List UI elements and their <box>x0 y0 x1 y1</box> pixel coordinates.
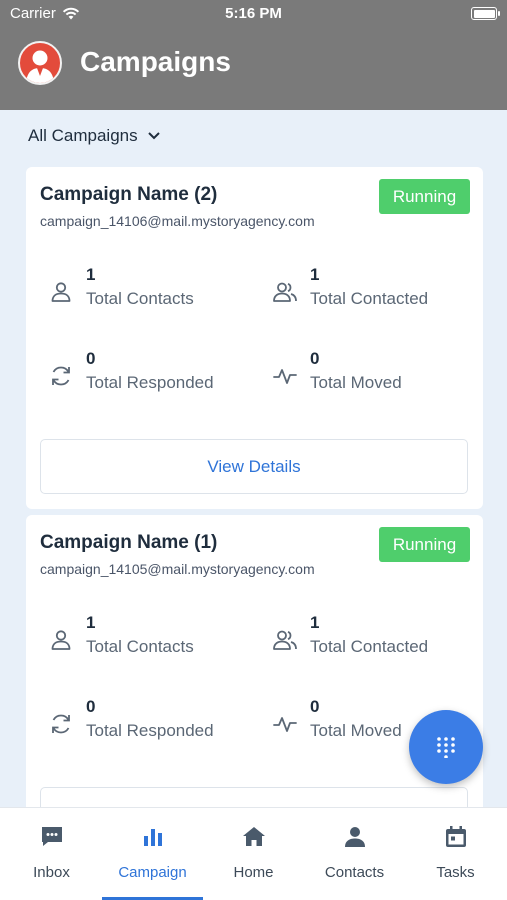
stat-total-responded: 0 Total Responded <box>48 349 248 399</box>
campaign-email: campaign_14106@mail.mystoryagency.com <box>40 213 315 229</box>
dialpad-icon <box>437 737 455 758</box>
stat-value: 0 <box>310 697 320 716</box>
app-header: Campaigns <box>0 28 507 110</box>
tab-inbox[interactable]: Inbox <box>1 808 102 900</box>
refresh-icon <box>52 366 70 386</box>
dialpad-fab[interactable] <box>409 710 483 784</box>
person-icon <box>345 827 365 847</box>
stat-label: Total Contacted <box>310 637 429 656</box>
tab-campaign[interactable]: Campaign <box>102 808 203 900</box>
campaign-name: Campaign Name (1) <box>40 532 218 553</box>
chevron-down-icon <box>147 132 160 140</box>
clock: 5:16 PM <box>225 5 282 22</box>
tab-label: Home <box>233 864 274 881</box>
stat-value: 0 <box>86 349 96 368</box>
tab-label: Contacts <box>324 864 385 881</box>
tab-label: Campaign <box>118 864 187 881</box>
campaign-name: Campaign Name (2) <box>40 184 218 205</box>
stat-total-contacts: 1 Total Contacts <box>48 265 248 315</box>
stat-value: 0 <box>86 697 96 716</box>
person-icon <box>51 282 71 302</box>
avatar[interactable] <box>18 41 62 85</box>
filter-label: All Campaigns <box>28 126 138 145</box>
stat-total-contacted: 1 Total Contacted <box>272 265 472 315</box>
bar-chart-icon <box>144 829 162 846</box>
stat-value: 1 <box>310 613 320 632</box>
view-details-button[interactable]: View Details <box>40 439 468 494</box>
stat-label: Total Contacts <box>86 637 194 656</box>
stat-value: 1 <box>86 613 96 632</box>
stat-label: Total Contacted <box>310 289 429 308</box>
people-icon <box>273 630 297 650</box>
campaign-filter-dropdown[interactable]: All Campaigns <box>28 126 160 146</box>
chat-icon <box>42 827 62 846</box>
campaign-email: campaign_14105@mail.mystoryagency.com <box>40 561 315 577</box>
stat-value: 0 <box>310 349 320 368</box>
user-avatar-icon <box>26 50 54 83</box>
stat-value: 1 <box>310 265 320 284</box>
refresh-icon <box>52 714 70 734</box>
stat-total-contacted: 1 Total Contacted <box>272 613 472 663</box>
bottom-tab-bar: Inbox Campaign Home Contacts Tasks <box>0 807 507 900</box>
status-badge: Running <box>379 179 470 214</box>
stat-label: Total Moved <box>310 721 402 740</box>
stat-value: 1 <box>86 265 96 284</box>
tab-contacts[interactable]: Contacts <box>304 808 405 900</box>
stat-label: Total Moved <box>310 373 402 392</box>
stat-label: Total Responded <box>86 373 214 392</box>
calendar-icon <box>446 826 466 847</box>
page-title: Campaigns <box>80 46 231 77</box>
stat-total-responded: 0 Total Responded <box>48 697 248 747</box>
stat-total-contacts: 1 Total Contacts <box>48 613 248 663</box>
tab-label: Tasks <box>436 864 475 881</box>
activity-icon <box>273 717 297 732</box>
status-bar: Carrier 5:16 PM <box>0 0 507 28</box>
stat-label: Total Responded <box>86 721 214 740</box>
tab-label: Inbox <box>33 864 70 881</box>
campaign-card: Campaign Name (2) campaign_14106@mail.my… <box>26 167 483 509</box>
stat-label: Total Contacts <box>86 289 194 308</box>
tab-tasks[interactable]: Tasks <box>405 808 506 900</box>
tab-home[interactable]: Home <box>203 808 304 900</box>
status-badge: Running <box>379 527 470 562</box>
battery-icon <box>471 7 500 20</box>
stat-total-moved: 0 Total Moved <box>272 349 472 399</box>
home-icon <box>243 827 265 846</box>
activity-icon <box>273 369 297 384</box>
campaign-card: Campaign Name (1) campaign_14105@mail.my… <box>26 515 483 857</box>
people-icon <box>273 282 297 302</box>
person-icon <box>51 630 71 650</box>
